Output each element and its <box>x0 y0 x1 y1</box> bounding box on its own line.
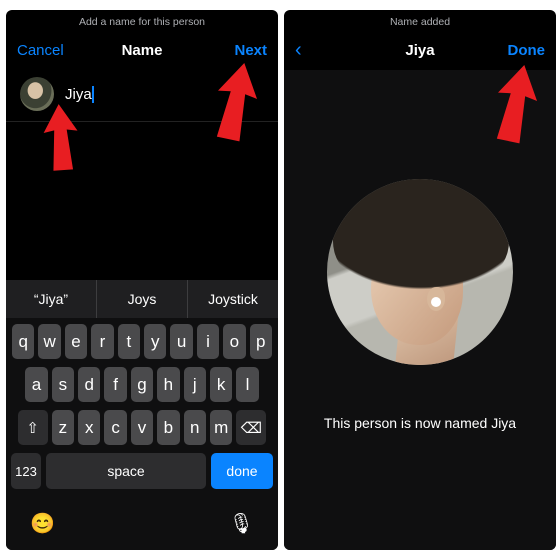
key-r[interactable]: r <box>91 324 113 359</box>
key-⌫[interactable]: ⌫ <box>236 410 266 445</box>
done-button[interactable]: Done <box>508 42 546 59</box>
key-u[interactable]: u <box>170 324 192 359</box>
emoji-key[interactable]: 😊 <box>30 511 55 536</box>
confirmation-text: This person is now named Jiya <box>324 415 516 431</box>
key-k[interactable]: k <box>210 367 232 402</box>
annotation-arrow-icon <box>36 101 87 175</box>
screen-name-added: Name added ‹ Jiya Done This person is no… <box>284 10 556 550</box>
person-avatar-large <box>327 179 513 365</box>
key-v[interactable]: v <box>131 410 153 445</box>
key-t[interactable]: t <box>118 324 140 359</box>
status-caption: Add a name for this person <box>6 10 278 35</box>
key-x[interactable]: x <box>78 410 100 445</box>
key-q[interactable]: q <box>12 324 34 359</box>
suggestion-bar: “Jiya” Joys Joystick <box>6 280 278 318</box>
key-i[interactable]: i <box>197 324 219 359</box>
key-b[interactable]: b <box>157 410 179 445</box>
keyboard-keys: qwertyuiop asdfghjkl ⇧zxcvbnm⌫ 123 space… <box>6 318 278 504</box>
space-key[interactable]: space <box>46 453 206 489</box>
key-w[interactable]: w <box>38 324 60 359</box>
suggestion[interactable]: Joys <box>97 280 188 318</box>
key-e[interactable]: e <box>65 324 87 359</box>
suggestion[interactable]: Joystick <box>188 280 278 318</box>
mic-key[interactable]: 🎙 <box>229 511 254 536</box>
keyboard: “Jiya” Joys Joystick qwertyuiop asdfghjk… <box>6 280 278 550</box>
numbers-key[interactable]: 123 <box>11 453 41 489</box>
key-f[interactable]: f <box>104 367 126 402</box>
cancel-button[interactable]: Cancel <box>17 42 64 59</box>
key-h[interactable]: h <box>157 367 179 402</box>
key-⇧[interactable]: ⇧ <box>18 410 48 445</box>
key-y[interactable]: y <box>144 324 166 359</box>
status-caption: Name added <box>284 10 556 35</box>
suggestion[interactable]: “Jiya” <box>6 280 97 318</box>
keyboard-footer: 😊 🎙 <box>6 504 278 550</box>
key-m[interactable]: m <box>210 410 232 445</box>
key-a[interactable]: a <box>25 367 47 402</box>
next-button[interactable]: Next <box>234 42 267 59</box>
key-row-bottom: 123 space done <box>9 453 275 489</box>
key-z[interactable]: z <box>52 410 74 445</box>
key-row-2: asdfghjkl <box>9 367 275 402</box>
key-o[interactable]: o <box>223 324 245 359</box>
key-g[interactable]: g <box>131 367 153 402</box>
key-row-3: ⇧zxcvbnm⌫ <box>9 410 275 445</box>
text-cursor <box>92 86 94 103</box>
key-l[interactable]: l <box>236 367 258 402</box>
key-s[interactable]: s <box>52 367 74 402</box>
key-n[interactable]: n <box>184 410 206 445</box>
screen-add-name: Add a name for this person Cancel Name N… <box>6 10 278 550</box>
key-row-1: qwertyuiop <box>9 324 275 359</box>
back-button[interactable]: ‹ <box>295 43 302 57</box>
key-c[interactable]: c <box>104 410 126 445</box>
key-d[interactable]: d <box>78 367 100 402</box>
key-p[interactable]: p <box>250 324 272 359</box>
key-j[interactable]: j <box>184 367 206 402</box>
done-key[interactable]: done <box>211 453 273 489</box>
